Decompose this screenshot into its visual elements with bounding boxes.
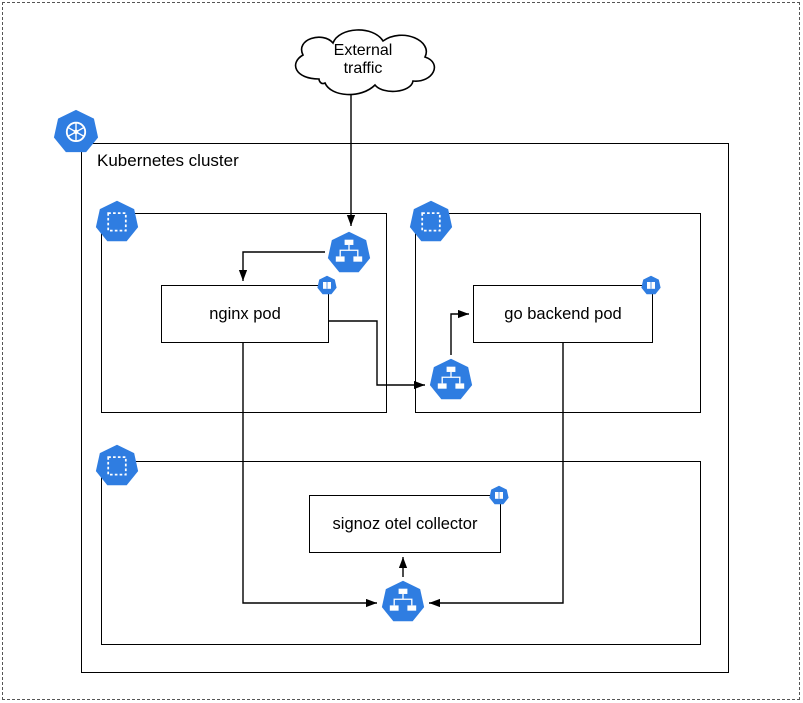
connectors (3, 3, 803, 703)
diagram-frame: External traffic Kubernetes cluster (2, 2, 800, 700)
